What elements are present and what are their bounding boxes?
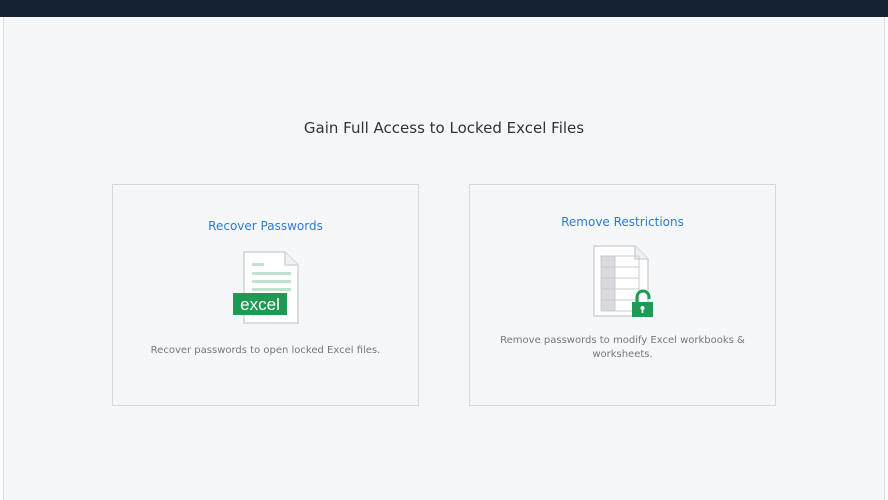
- title-bar: [0, 0, 888, 17]
- page-title: Gain Full Access to Locked Excel Files: [303, 119, 585, 137]
- recover-passwords-card[interactable]: Recover Passwords excel Recover password…: [112, 184, 419, 406]
- card-title: Recover Passwords: [208, 219, 323, 233]
- excel-file-icon: excel: [233, 251, 299, 324]
- locked-sheet-icon: [593, 245, 653, 317]
- excel-badge-text: excel: [240, 295, 280, 314]
- card-description: Remove passwords to modify Excel workboo…: [500, 335, 745, 360]
- card-description: Recover passwords to open locked Excel f…: [150, 345, 381, 356]
- card-title: Remove Restrictions: [561, 215, 684, 229]
- remove-restrictions-card[interactable]: Remove Restrictions Remove passwords to …: [469, 184, 776, 406]
